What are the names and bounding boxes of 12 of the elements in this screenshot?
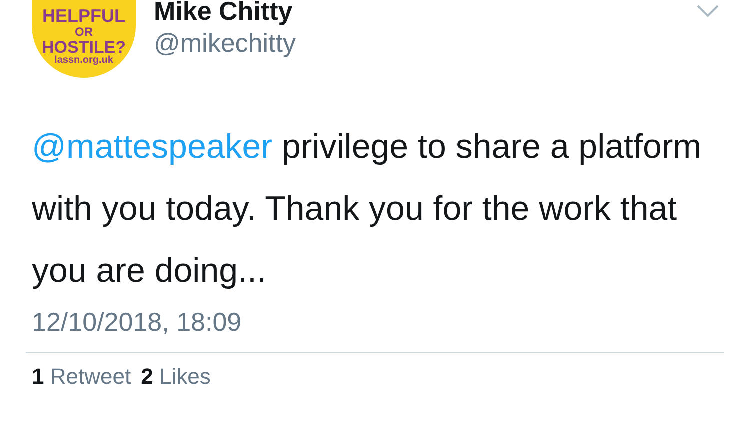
author-handle[interactable]: @mikechitty (154, 26, 296, 60)
avatar[interactable]: HELPFUL OR HOSTILE? lassn.org.uk (32, 0, 136, 78)
avatar-text: HOSTILE? (42, 38, 126, 56)
avatar-text: OR (75, 26, 93, 39)
tweet-text: @mattespeaker privilege to share a platform with you today. Thank you for the work that you are doing... (32, 127, 702, 292)
avatar-text: HELPFUL (42, 7, 126, 26)
avatar-text: lassn.org.uk (54, 56, 114, 67)
chevron-down-icon[interactable] (696, 4, 720, 18)
timestamp: 12/10/2018, 18:09 (32, 306, 243, 338)
stat-text[interactable]: 1 Retweet (32, 363, 132, 391)
author-name[interactable]: Mike Chitty (154, 0, 296, 26)
stat-text[interactable]: 2 Likes (141, 363, 211, 391)
